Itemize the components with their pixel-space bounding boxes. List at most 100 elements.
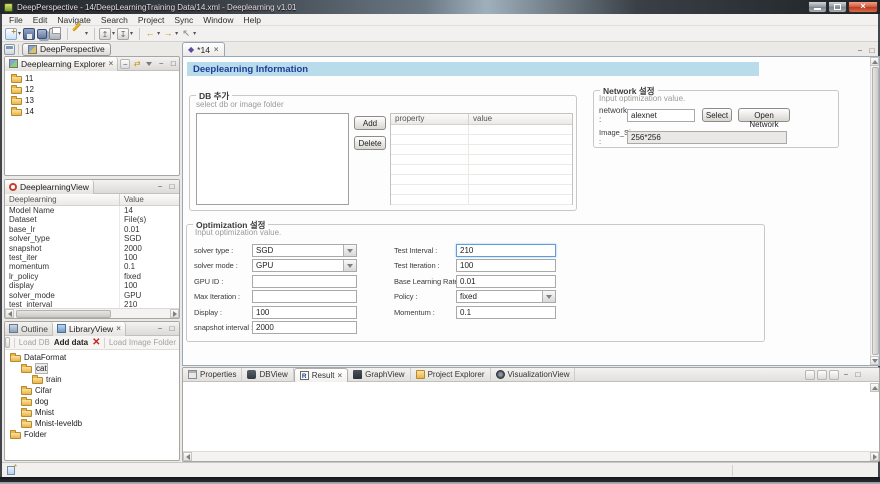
library-item-cifar[interactable]: Cifar (5, 385, 179, 396)
horizontal-scrollbar[interactable] (5, 308, 179, 318)
maximize-view-icon[interactable]: □ (853, 370, 863, 380)
column-header-value[interactable]: value (469, 114, 492, 124)
close-icon[interactable]: × (116, 324, 121, 333)
explorer-item-11[interactable]: 11 (5, 73, 179, 84)
tab-visualizationview[interactable]: VisualizationView (491, 368, 576, 382)
maximize-view-icon[interactable]: □ (167, 182, 177, 192)
library-item-train[interactable]: train (5, 374, 179, 385)
new-view-icon[interactable] (817, 370, 827, 380)
tab-graphview[interactable]: GraphView (348, 368, 410, 382)
library-item-dataformat[interactable]: DataFormat (5, 352, 179, 363)
add-button[interactable]: Add (354, 116, 386, 130)
close-icon[interactable]: × (109, 59, 114, 68)
table-row[interactable]: base_lr0.01 (5, 225, 179, 234)
delete-button[interactable]: Delete (354, 136, 386, 150)
tab-deeplearningview[interactable]: DeeplearningView (5, 180, 94, 194)
gpu-id-field[interactable] (252, 275, 357, 288)
maximize-view-icon[interactable]: □ (168, 59, 178, 69)
solver-type-select[interactable]: SGD (252, 244, 357, 257)
table-row[interactable] (391, 195, 572, 205)
table-row[interactable] (391, 125, 572, 135)
tab-deeplearning-explorer[interactable]: Deeplearning Explorer × (5, 57, 118, 71)
pin-view-icon[interactable] (805, 370, 815, 380)
table-row[interactable]: DatasetFile(s) (5, 215, 179, 224)
add-data-button[interactable]: Add data (54, 338, 88, 347)
view-menu-icon[interactable] (144, 59, 154, 69)
load-db-button[interactable]: Load DB (19, 338, 50, 347)
menu-edit[interactable]: Edit (28, 15, 53, 25)
table-row[interactable]: display100 (5, 281, 179, 290)
table-row[interactable]: snapshot2000 (5, 244, 179, 253)
table-row[interactable] (391, 135, 572, 145)
new-button[interactable]: ▾ (5, 28, 21, 40)
maximize-editor-icon[interactable]: □ (867, 46, 877, 56)
window-maximize-button[interactable] (828, 2, 847, 13)
wand-button[interactable]: ▾ (72, 28, 88, 40)
menu-window[interactable]: Window (198, 15, 238, 25)
menu-search[interactable]: Search (96, 15, 133, 25)
column-header-property[interactable]: property (391, 114, 469, 124)
library-item-folder[interactable]: Folder (5, 429, 179, 440)
db-list[interactable] (196, 113, 349, 205)
save-all-button[interactable] (37, 29, 47, 39)
window-close-button[interactable]: × (848, 2, 878, 13)
last-edit-button[interactable]: ▾ (180, 28, 196, 40)
open-perspective-icon[interactable] (4, 44, 15, 55)
column-header-value[interactable]: Value (120, 194, 144, 205)
tab-project-explorer[interactable]: Project Explorer (411, 368, 491, 382)
base-learning-rate-field[interactable] (456, 275, 556, 288)
minimize-view-icon[interactable]: − (841, 370, 851, 380)
image-size-field[interactable] (627, 131, 787, 144)
library-item-cat[interactable]: cat (5, 363, 179, 374)
minimize-view-icon[interactable]: − (155, 182, 165, 192)
minimize-editor-icon[interactable]: − (855, 46, 865, 56)
library-item-mnist-leveldb[interactable]: Mnist-leveldb (5, 418, 179, 429)
snapshot-interval-field[interactable] (252, 321, 357, 334)
open-network-button[interactable]: Open Network (738, 108, 790, 122)
vertical-scrollbar-thumb[interactable] (872, 67, 879, 355)
table-row[interactable] (391, 165, 572, 175)
table-row[interactable]: solver_modeGPU (5, 291, 179, 300)
forward-button[interactable]: ▾ (162, 28, 178, 40)
table-row[interactable]: test_iter100 (5, 253, 179, 262)
library-item-mnist[interactable]: Mnist (5, 407, 179, 418)
tab-libraryview[interactable]: LibraryView × (53, 322, 126, 336)
max-iteration-field[interactable] (252, 290, 357, 303)
network-field[interactable] (627, 109, 695, 122)
display-field[interactable] (252, 306, 357, 319)
next-annotation-button[interactable]: ▾ (117, 28, 133, 40)
table-row[interactable]: lr_policyfixed (5, 272, 179, 281)
table-row[interactable] (391, 155, 572, 165)
table-row[interactable]: Model Name14 (5, 206, 179, 215)
menu-file[interactable]: File (4, 15, 28, 25)
solver-mode-select[interactable]: GPU (252, 259, 357, 272)
minimize-view-icon[interactable]: − (156, 59, 166, 69)
prev-annotation-button[interactable]: ▾ (99, 28, 115, 40)
policy-select[interactable]: fixed (456, 290, 556, 303)
table-row[interactable]: momentum0.1 (5, 262, 179, 271)
delete-icon[interactable]: ✕ (92, 337, 100, 348)
select-button[interactable]: Select (702, 108, 732, 122)
maximize-view-icon[interactable]: □ (167, 324, 177, 334)
momentum-field[interactable] (456, 306, 556, 319)
table-row[interactable]: solver_typeSGD (5, 234, 179, 243)
print-button[interactable] (49, 28, 61, 40)
close-icon[interactable]: × (337, 371, 342, 380)
load-image-folder-button[interactable]: Load Image Folder (109, 338, 176, 347)
tab-dbview[interactable]: DBView (242, 368, 293, 382)
tab-result[interactable]: Result× (294, 368, 348, 382)
horizontal-scrollbar[interactable] (183, 451, 879, 461)
window-minimize-button[interactable] (808, 2, 827, 13)
menu-sync[interactable]: Sync (169, 15, 198, 25)
table-row[interactable]: test_interval210 (5, 300, 179, 308)
horizontal-scrollbar-thumb[interactable] (16, 310, 111, 318)
minimize-view-icon[interactable]: − (155, 324, 165, 334)
perspective-tab-deepperspective[interactable]: DeepPerspective (22, 43, 111, 56)
editor-tab-14[interactable]: ◆ *14 × (182, 42, 225, 56)
collapse-all-icon[interactable]: − (120, 59, 130, 69)
editor-vertical-scrollbar[interactable] (870, 57, 879, 365)
column-header-deeplearning[interactable]: Deeplearning (5, 194, 120, 205)
menu-navigate[interactable]: Navigate (52, 15, 96, 25)
explorer-item-13[interactable]: 13 (5, 95, 179, 106)
explorer-item-12[interactable]: 12 (5, 84, 179, 95)
